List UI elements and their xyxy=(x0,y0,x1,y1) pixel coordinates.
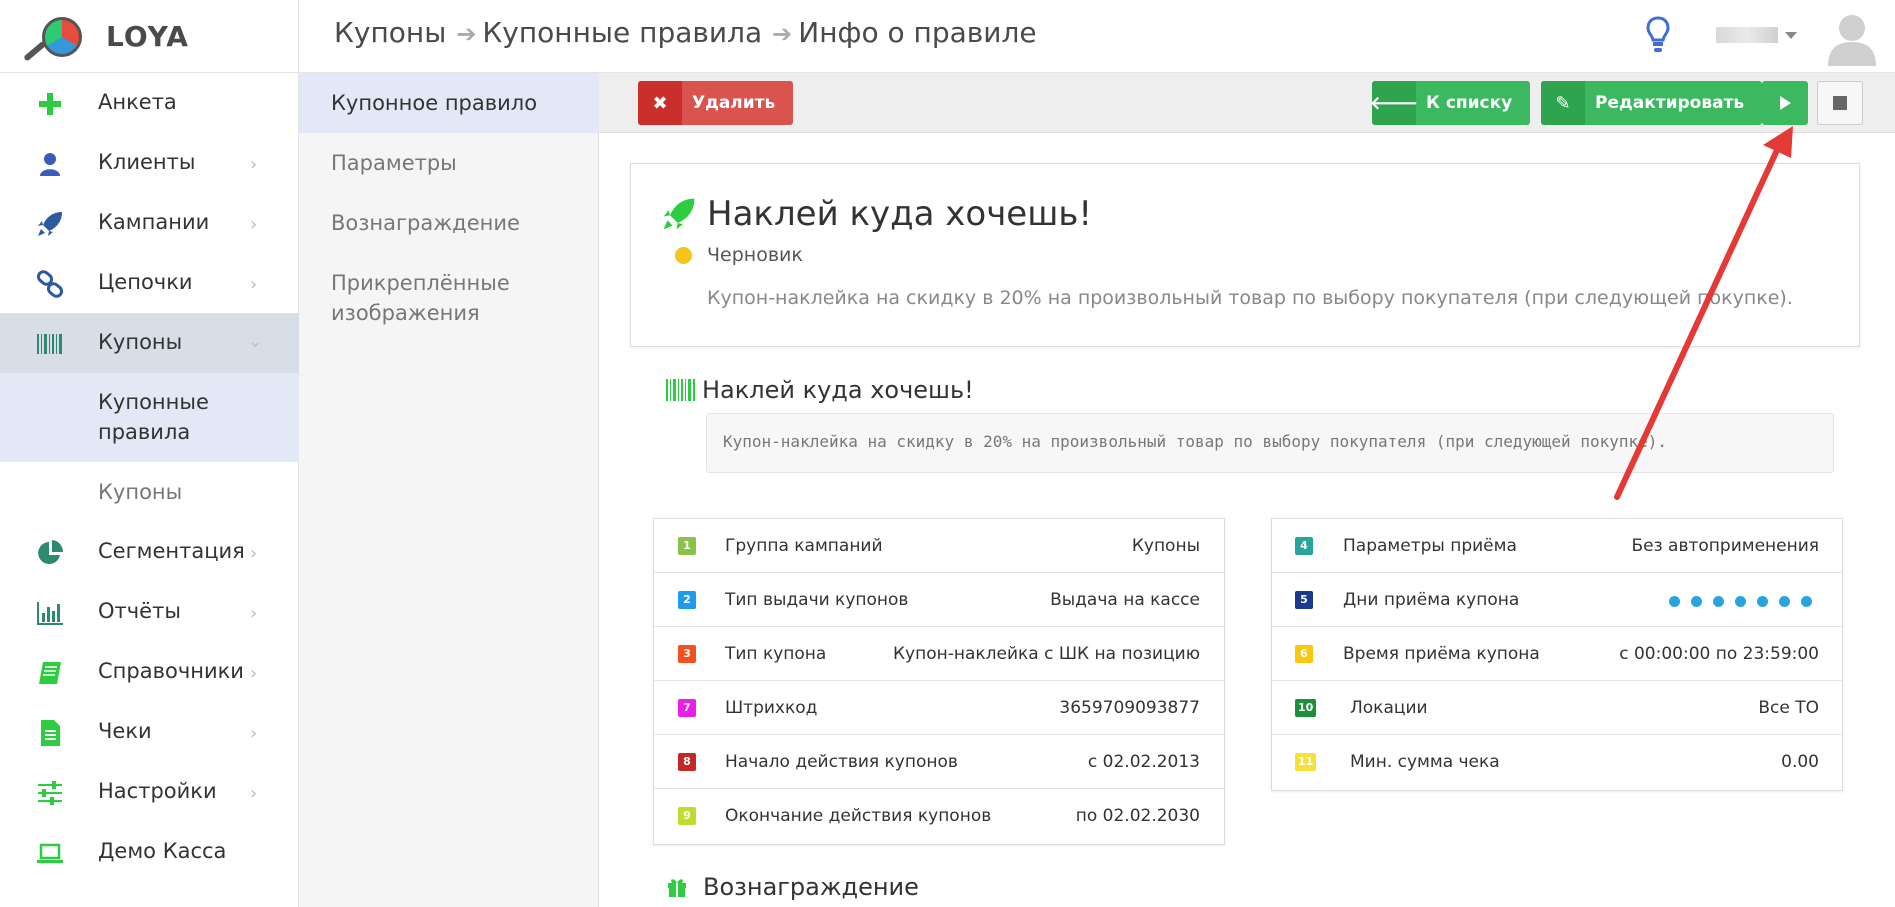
start-button[interactable] xyxy=(1762,81,1808,125)
breadcrumb-item[interactable]: Купонные правила xyxy=(482,16,762,49)
pie-chart-icon xyxy=(38,540,64,564)
section-tab-reward[interactable]: Вознаграждение xyxy=(299,193,599,253)
laptop-icon xyxy=(37,843,63,863)
chevron-right-icon: › xyxy=(250,723,258,744)
rule-summary-card: Наклей куда хочешь! Черновик Купон-накле… xyxy=(630,163,1860,347)
section-tab-attached-images[interactable]: Прикреплённые изображения xyxy=(299,253,599,343)
pencil-icon: ✎ xyxy=(1541,81,1585,125)
sliders-icon xyxy=(38,781,62,805)
table-row: 9 Окончание действия купонов по 02.02.20… xyxy=(654,789,1224,843)
stop-button[interactable] xyxy=(1817,81,1863,125)
coupon-title: Наклей куда хочешь! xyxy=(702,376,974,404)
breadcrumb: Купоны ➔ Купонные правила ➔ Инфо о правиле xyxy=(334,16,1037,49)
top-header: LOYA Купоны ➔ Купонные правила ➔ Инфо о прав… xyxy=(0,0,1895,73)
barcode-icon xyxy=(666,379,695,401)
coupon-text: Купон-наклейка на скидку в 20% на произв… xyxy=(723,432,1668,451)
sidebar-item-demo-pos[interactable]: Демо Касса xyxy=(0,822,299,882)
plus-icon xyxy=(39,93,61,115)
sidebar-item-receipts[interactable]: Чеки › xyxy=(0,702,299,762)
params-table-left: 1 Группа кампаний Купоны 2 Тип выдачи ку… xyxy=(653,518,1225,845)
stop-icon xyxy=(1833,96,1847,110)
table-row: 6 Время приёма купона с 00:00:00 по 23:5… xyxy=(1272,627,1842,681)
arrow-left-icon: 🡐 xyxy=(1370,81,1418,125)
chevron-right-icon: › xyxy=(250,543,258,564)
gift-icon xyxy=(668,879,686,897)
sidebar-item-chains[interactable]: Цепочки › xyxy=(0,253,299,313)
status-badge: Черновик xyxy=(707,244,803,266)
reward-title: Вознаграждение xyxy=(703,873,919,901)
chevron-down-icon: › xyxy=(245,340,267,349)
sidebar-item-settings[interactable]: Настройки › xyxy=(0,762,299,822)
chevron-right-icon: › xyxy=(250,603,258,624)
rule-title: Наклей куда хочешь! xyxy=(707,194,1093,234)
rule-description: Купон-наклейка на скидку в 20% на произв… xyxy=(707,287,1793,309)
link-icon xyxy=(36,270,64,298)
logo-text: LOYA xyxy=(106,20,189,53)
receipt-icon xyxy=(41,720,60,746)
sidebar-subitem-coupons[interactable]: Купоны xyxy=(0,462,299,522)
chevron-right-icon: › xyxy=(250,214,258,235)
bar-chart-icon xyxy=(37,602,63,625)
logo[interactable]: LOYA xyxy=(0,0,299,73)
book-icon xyxy=(39,662,61,684)
sidebar-item-campaigns[interactable]: Кампании › xyxy=(0,193,299,253)
user-icon xyxy=(40,153,60,176)
status-indicator xyxy=(675,247,692,264)
lightbulb-icon[interactable] xyxy=(1646,16,1670,54)
table-row: 3 Тип купона Купон-наклейка с ШК на пози… xyxy=(654,627,1224,681)
rocket-icon xyxy=(38,212,62,236)
rule-section-menu: Купонное правило Параметры Вознаграждени… xyxy=(299,73,599,907)
table-row: 11 Мин. сумма чека 0.00 xyxy=(1272,735,1842,789)
sidebar-item-reports[interactable]: Отчёты › xyxy=(0,582,299,642)
weekday-dots xyxy=(1669,596,1812,607)
sidebar: Анкета Клиенты › Кампании › Цепочки › Ку… xyxy=(0,73,299,907)
chevron-down-icon[interactable] xyxy=(1785,32,1797,39)
table-row: 7 Штрихкод 3659709093877 xyxy=(654,681,1224,735)
chevron-right-icon: › xyxy=(250,274,258,295)
barcode-icon xyxy=(37,334,62,354)
logo-icon xyxy=(42,17,82,57)
coupon-text-box: Купон-наклейка на скидку в 20% на произв… xyxy=(706,413,1834,473)
breadcrumb-current: Инфо о правиле xyxy=(798,16,1037,49)
user-name[interactable] xyxy=(1716,27,1778,43)
back-to-list-button[interactable]: 🡐 К списку xyxy=(1370,81,1531,125)
table-row: 2 Тип выдачи купонов Выдача на кассе xyxy=(654,573,1224,627)
chevron-right-icon: › xyxy=(250,154,258,175)
sidebar-item-coupons[interactable]: Купоны › xyxy=(0,313,299,373)
section-tab-parameters[interactable]: Параметры xyxy=(299,133,599,193)
table-row: 10 Локации Все ТО xyxy=(1272,681,1842,735)
delete-button[interactable]: ✖ Удалить xyxy=(638,81,794,125)
sidebar-item-clients[interactable]: Клиенты › xyxy=(0,133,299,193)
chevron-right-icon: › xyxy=(250,783,258,804)
params-table-right: 4 Параметры приёма Без автоприменения 5 … xyxy=(1271,518,1843,791)
breadcrumb-item[interactable]: Купоны xyxy=(334,16,446,49)
sidebar-subitem-coupon-rules[interactable]: Купонные правила xyxy=(0,373,299,462)
table-row: 4 Параметры приёма Без автоприменения xyxy=(1272,519,1842,573)
table-row: 5 Дни приёма купона xyxy=(1272,573,1842,627)
sidebar-item-segmentation[interactable]: Сегментация › xyxy=(0,522,299,582)
sidebar-item-directories[interactable]: Справочники › xyxy=(0,642,299,702)
table-row: 1 Группа кампаний Купоны xyxy=(654,519,1224,573)
edit-button[interactable]: ✎ Редактировать xyxy=(1541,81,1763,125)
play-icon xyxy=(1780,96,1791,110)
table-row: 8 Начало действия купонов с 02.02.2013 xyxy=(654,735,1224,789)
section-tab-coupon-rule[interactable]: Купонное правило xyxy=(299,73,599,133)
arrow-right-icon: ➔ xyxy=(772,20,793,48)
chevron-right-icon: › xyxy=(250,663,258,684)
avatar[interactable] xyxy=(1826,10,1878,66)
rocket-icon xyxy=(663,198,695,230)
action-toolbar: ✖ Удалить 🡐 К списку ✎ Редактировать xyxy=(599,73,1895,133)
sidebar-item-questionnaire[interactable]: Анкета xyxy=(0,73,299,133)
close-icon: ✖ xyxy=(638,81,682,125)
arrow-right-icon: ➔ xyxy=(456,20,477,48)
